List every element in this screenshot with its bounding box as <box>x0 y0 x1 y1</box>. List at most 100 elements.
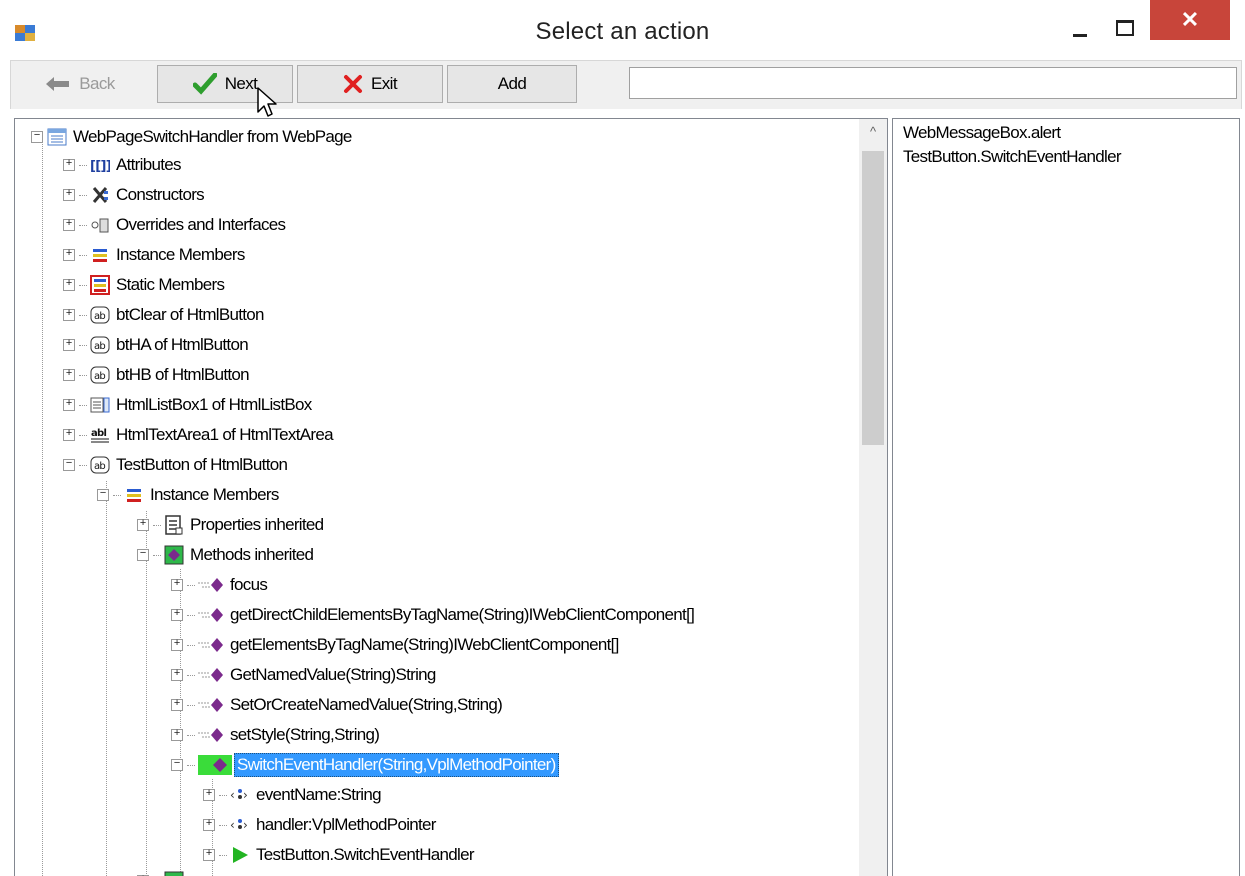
tree-node-constructors[interactable]: + Constructors <box>63 181 205 209</box>
expand-toggle[interactable]: + <box>203 819 215 831</box>
tree-connector <box>79 404 87 406</box>
svg-text:abl: abl <box>91 428 107 439</box>
expand-toggle[interactable]: + <box>171 729 183 741</box>
maximize-button[interactable] <box>1105 10 1145 46</box>
expand-toggle[interactable]: + <box>171 669 183 681</box>
action-list-item[interactable]: TestButton.SwitchEventHandler <box>903 147 1122 167</box>
tree-node-static-members[interactable]: + Static Members <box>63 271 225 299</box>
tree-node-label: getDirectChildElementsByTagName(String)I… <box>230 605 695 624</box>
expand-toggle[interactable]: + <box>63 159 75 171</box>
methods-icon <box>164 545 184 565</box>
tree-node-label: Properties inherited <box>190 515 324 534</box>
collapse-toggle[interactable]: − <box>31 131 43 143</box>
expand-toggle[interactable]: + <box>63 249 75 261</box>
tree-connector <box>79 254 87 256</box>
expand-toggle[interactable]: + <box>203 789 215 801</box>
parameter-icon: ‹ › <box>230 818 248 832</box>
method-icon <box>198 668 223 682</box>
tree-connector <box>187 644 195 646</box>
tree-node-label: Instance Members <box>116 245 245 264</box>
expand-toggle[interactable]: + <box>63 339 75 351</box>
back-button[interactable]: Back <box>15 65 145 103</box>
exit-button[interactable]: Exit <box>297 65 443 103</box>
tree-node-tb-instance-members[interactable]: − Instance Members <box>97 481 279 509</box>
webpage-class-icon <box>47 128 67 146</box>
close-button[interactable]: ✕ <box>1150 0 1230 40</box>
expand-toggle[interactable]: + <box>63 369 75 381</box>
method-item[interactable]: + getElementsByTagName(String)IWebClient… <box>171 631 619 659</box>
tree-node-htmllistbox[interactable]: + HtmlListBox1 of HtmlListBox <box>63 391 312 419</box>
tree-node-label: setStyle(String,String) <box>230 725 380 744</box>
collapse-toggle[interactable]: − <box>97 489 109 501</box>
expand-toggle[interactable]: + <box>171 609 183 621</box>
tree-connector <box>79 374 87 376</box>
expand-toggle[interactable]: + <box>63 279 75 291</box>
expand-toggle[interactable]: + <box>171 699 183 711</box>
expand-toggle[interactable]: + <box>63 429 75 441</box>
selected-method-label: SwitchEventHandler(String,VplMethodPoint… <box>234 753 559 777</box>
button-control-icon: ab <box>90 456 110 474</box>
properties-icon <box>165 515 183 535</box>
method-item[interactable]: + getDirectChildElementsByTagName(String… <box>171 601 695 629</box>
tree-node-label: Static Members <box>116 275 225 294</box>
tree-node-label: Attributes <box>116 155 182 174</box>
tree-node-properties-inherited[interactable]: + Properties inherited <box>137 511 324 539</box>
tree-node-attributes[interactable]: + [[]] Attributes <box>63 151 182 179</box>
method-icon <box>198 608 223 622</box>
action-item[interactable]: + TestButton.SwitchEventHandler <box>203 841 475 869</box>
tree-node-label: HtmlListBox1 of HtmlListBox <box>116 395 312 414</box>
scroll-thumb[interactable] <box>862 151 884 445</box>
tree-node-bthb[interactable]: + ab btHB of HtmlButton <box>63 361 250 389</box>
path-input[interactable] <box>629 67 1237 99</box>
tree-node-btha[interactable]: + ab btHA of HtmlButton <box>63 331 249 359</box>
tree-node-overrides[interactable]: + Overrides and Interfaces <box>63 211 286 239</box>
tree-node-label: Methods inherited <box>190 545 314 564</box>
expand-toggle[interactable]: + <box>171 639 183 651</box>
tree-node-label: handler:VplMethodPointer <box>256 815 436 834</box>
mouse-cursor-icon <box>257 87 277 117</box>
expand-toggle[interactable]: + <box>171 579 183 591</box>
expand-toggle[interactable]: + <box>63 309 75 321</box>
add-button[interactable]: Add <box>447 65 577 103</box>
method-item[interactable]: + focus <box>171 571 268 599</box>
minimize-button[interactable] <box>1060 10 1100 46</box>
expand-toggle[interactable]: + <box>63 219 75 231</box>
tree-node-methods-inherited[interactable]: − Methods inherited <box>137 541 314 569</box>
tree-node-instance-members[interactable]: + Instance Members <box>63 241 245 269</box>
tree-node-htmltextarea[interactable]: + abl HtmlTextArea1 of HtmlTextArea <box>63 421 334 449</box>
collapse-toggle[interactable]: − <box>63 459 75 471</box>
action-list-item[interactable]: WebMessageBox.alert <box>903 123 1061 143</box>
tree-node-testbutton[interactable]: − ab TestButton of HtmlButton <box>63 451 288 479</box>
param-item[interactable]: + ‹ › eventName:String <box>203 781 382 809</box>
method-item[interactable]: + setStyle(String,String) <box>171 721 380 749</box>
tree-node-btclear[interactable]: + ab btClear of HtmlButton <box>63 301 265 329</box>
tree-connector <box>219 824 227 826</box>
tree-connector <box>187 764 195 766</box>
tree-connector <box>153 554 161 556</box>
expand-toggle[interactable]: + <box>203 849 215 861</box>
object-tree[interactable]: − WebPageSwitchHandler from WebPage + [[… <box>14 118 888 876</box>
collapse-toggle[interactable]: − <box>171 759 183 771</box>
tree-connector <box>187 734 195 736</box>
expand-toggle[interactable]: + <box>63 189 75 201</box>
tree-connector <box>187 584 195 586</box>
tree-connector <box>79 344 87 346</box>
method-icon <box>198 638 223 652</box>
method-item-selected[interactable]: − SwitchEventHandler(String,VplMethodPoi… <box>171 751 559 779</box>
tree-connector <box>187 674 195 676</box>
selected-actions-list[interactable]: WebMessageBox.alert TestButton.SwitchEve… <box>892 118 1240 876</box>
tree-node-root[interactable]: − WebPageSwitchHandler from WebPage <box>31 123 352 151</box>
method-item[interactable]: + GetNamedValue(String)String <box>171 661 436 689</box>
collapse-toggle[interactable]: − <box>137 549 149 561</box>
svg-text:ab: ab <box>94 341 105 352</box>
static-members-icon <box>90 275 110 295</box>
tree-scrollbar[interactable]: ^ <box>859 119 887 876</box>
svg-text:‹: ‹ <box>230 788 234 802</box>
expand-toggle[interactable]: + <box>63 399 75 411</box>
expand-toggle[interactable]: + <box>137 519 149 531</box>
scroll-up-arrow[interactable]: ^ <box>866 125 880 138</box>
method-item[interactable]: + SetOrCreateNamedValue(String,String) <box>171 691 503 719</box>
param-item[interactable]: + ‹ › handler:VplMethodPointer <box>203 811 436 839</box>
tree-connector <box>187 704 195 706</box>
svg-text:‹: ‹ <box>230 818 234 832</box>
